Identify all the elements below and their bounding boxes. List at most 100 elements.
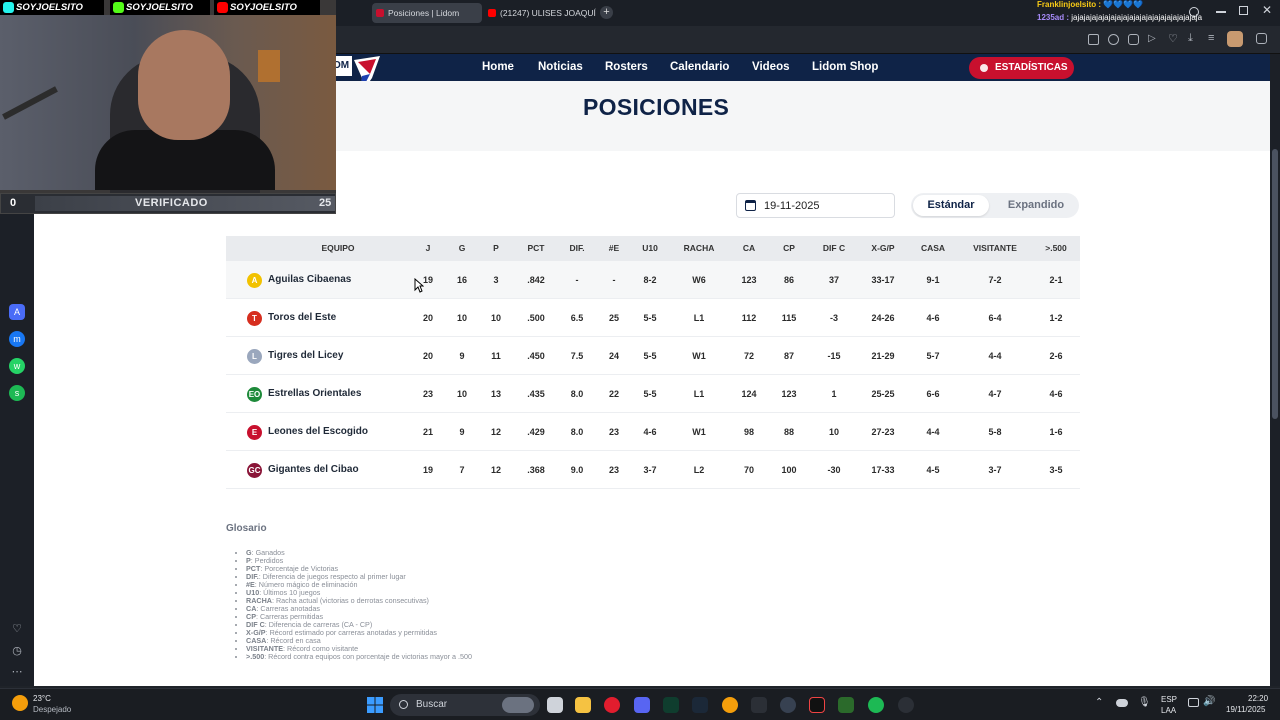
team-logo-icon: A	[247, 273, 262, 288]
date-picker[interactable]: 19-11-2025	[736, 193, 895, 218]
table-cell: 21-29	[871, 351, 895, 361]
obs-icon[interactable]	[780, 697, 796, 713]
table-cell: 9	[459, 351, 465, 361]
team-name[interactable]: Tigres del Licey	[268, 337, 343, 375]
aria-icon[interactable]: A	[9, 304, 25, 320]
avatar[interactable]	[1227, 31, 1243, 47]
nav-noticias[interactable]: Noticias	[538, 61, 583, 73]
messenger-icon[interactable]: m	[9, 331, 25, 347]
table-row[interactable]: L Tigres del Licey 20 9 11 .450 7.5 24 5-5 W1 72 87…	[226, 337, 1080, 375]
table-cell: W6	[692, 275, 706, 285]
estadisticas-button[interactable]: ESTADÍSTICAS	[969, 57, 1074, 79]
volume-icon[interactable]: 🔊	[1203, 696, 1215, 707]
history-icon[interactable]: ◷	[9, 643, 25, 659]
scrollbar-thumb[interactable]	[1272, 149, 1278, 419]
table-cell: 33-17	[871, 275, 895, 285]
table-cell: 98	[743, 427, 755, 437]
store-icon[interactable]	[838, 697, 854, 713]
shield-icon[interactable]	[1128, 34, 1139, 45]
column-header: PCT	[527, 243, 545, 253]
nav-lidom-shop[interactable]: Lidom Shop	[812, 61, 878, 73]
terminal-icon[interactable]	[663, 697, 679, 713]
glossary-term: >.500	[246, 652, 265, 661]
edit-icon[interactable]	[1088, 34, 1099, 45]
nav-home[interactable]: Home	[482, 61, 514, 73]
team-name[interactable]: Leones del Escogido	[268, 413, 368, 451]
download-icon[interactable]: ⤓	[1188, 32, 1193, 45]
tray-chevron-icon[interactable]: ⌃	[1095, 697, 1103, 708]
extensions-icon[interactable]	[1256, 33, 1267, 44]
heart-icon[interactable]: ♡	[9, 621, 25, 637]
tab-youtube[interactable]: (21247) ULISES JOAQUÍN	[484, 3, 596, 23]
chrome-icon[interactable]	[722, 697, 738, 713]
weather-desc: Despejado	[33, 705, 72, 714]
table-cell: 123	[781, 389, 797, 399]
table-cell: .435	[527, 389, 545, 399]
opera-icon[interactable]	[604, 697, 620, 713]
clock-time[interactable]: 22:20	[1248, 694, 1268, 703]
table-row[interactable]: A Aguilas Cibaenas 19 16 3 .842 - - 8-2 W6 123 86 37…	[226, 261, 1080, 299]
lidom-favicon-icon	[376, 9, 384, 17]
page-scrollbar[interactable]	[1270, 54, 1280, 686]
discord-icon[interactable]	[634, 697, 650, 713]
table-cell: 4-4	[926, 427, 940, 437]
table-row[interactable]: GC Gigantes del Cibao 19 7 12 .368 9.0 23 3-7 L2 7…	[226, 451, 1080, 489]
taskbar-search[interactable]: Buscar	[390, 694, 540, 716]
new-tab-button[interactable]: +	[600, 6, 613, 19]
youtube-brand: SOYJOELSITO	[214, 0, 320, 15]
column-header: EQUIPO	[321, 243, 355, 253]
nav-rosters[interactable]: Rosters	[605, 61, 648, 73]
whatsapp-icon[interactable]: w	[9, 358, 25, 374]
capcut-icon[interactable]	[751, 697, 767, 713]
stats-dot-icon	[980, 64, 988, 72]
team-name[interactable]: Gigantes del Cibao	[268, 451, 359, 489]
team-name[interactable]: Toros del Este	[268, 299, 336, 337]
menu-icon[interactable]: ≡	[1208, 32, 1214, 44]
network-icon[interactable]	[1188, 698, 1199, 707]
table-cell: 21	[422, 427, 434, 437]
team-name[interactable]: Estrellas Orientales	[268, 375, 361, 413]
settings-icon[interactable]	[898, 697, 914, 713]
streamer-face	[138, 30, 230, 140]
table-cell: W1	[692, 351, 706, 361]
team-name[interactable]: Aguilas Cibaenas	[268, 261, 351, 299]
glossary-title: Glosario	[226, 523, 267, 534]
weather-icon[interactable]	[12, 695, 28, 711]
onedrive-icon[interactable]	[1116, 699, 1128, 707]
steam-icon[interactable]	[692, 697, 708, 713]
table-cell: 24-26	[871, 313, 895, 323]
table-cell: .429	[527, 427, 545, 437]
language-code[interactable]: ESP	[1161, 695, 1177, 704]
verification-right-value: 25	[319, 197, 332, 209]
toggle-standard[interactable]: Estándar	[913, 195, 989, 216]
player-icon[interactable]: ▷	[1148, 33, 1156, 44]
table-cell: -15	[827, 351, 841, 361]
file-explorer-icon[interactable]	[575, 697, 591, 713]
table-cell: 70	[743, 465, 755, 475]
spotify-icon[interactable]	[868, 697, 884, 713]
tab-title: (21247) ULISES JOAQUÍN	[500, 8, 596, 18]
tab-posiciones[interactable]: Posiciones | Lidom	[372, 3, 482, 23]
table-cell: 5-5	[643, 313, 657, 323]
snapshot-icon[interactable]	[1108, 34, 1119, 45]
spotify-icon[interactable]: s	[9, 385, 25, 401]
microphone-icon[interactable]: 🎙	[1138, 697, 1151, 708]
team-logo-icon: GC	[247, 463, 262, 478]
tiktok-live-icon[interactable]	[809, 697, 825, 713]
table-cell: 1-6	[1049, 427, 1063, 437]
task-view-icon[interactable]	[547, 697, 563, 713]
toggle-expanded[interactable]: Expandido	[997, 195, 1075, 216]
table-row[interactable]: T Toros del Este 20 10 10 .500 6.5 25 5-5 L1 112 11…	[226, 299, 1080, 337]
table-cell: 4-4	[988, 351, 1002, 361]
more-icon[interactable]: ⋯	[9, 664, 25, 680]
heart-icon[interactable]: ♡	[1168, 32, 1178, 45]
nav-calendario[interactable]: Calendario	[670, 61, 729, 73]
windows-start-icon[interactable]	[367, 697, 383, 718]
search-icon	[399, 700, 408, 709]
table-row[interactable]: E Leones del Escogido 21 9 12 .429 8.0 23 4-6 W1 9…	[226, 413, 1080, 451]
table-row[interactable]: EO Estrellas Orientales 23 10 13 .435 8.0 22 5-5…	[226, 375, 1080, 413]
nav-videos[interactable]: Videos	[752, 61, 790, 73]
table-cell: 24	[608, 351, 620, 361]
table-cell: W1	[692, 427, 706, 437]
table-cell: 11	[491, 351, 501, 361]
